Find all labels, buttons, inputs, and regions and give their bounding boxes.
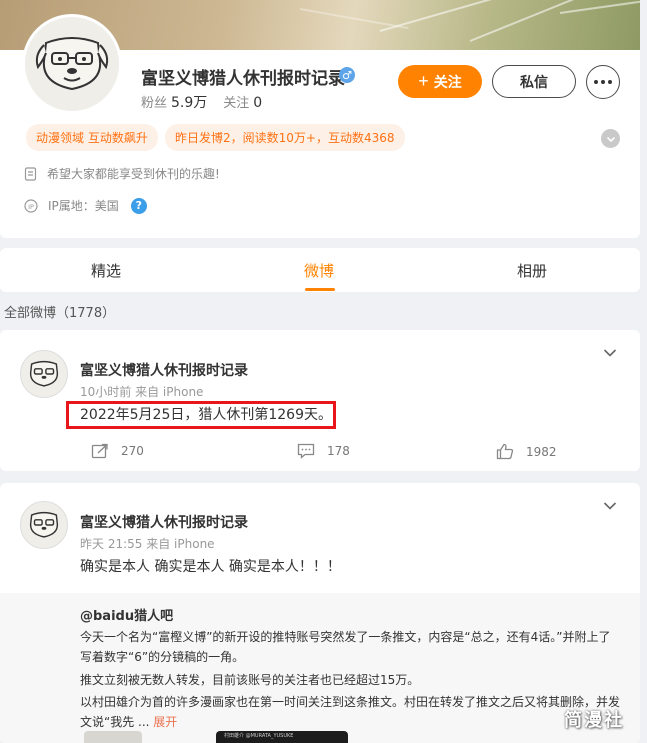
profile-tabs: 精选 微博 相册 (0, 248, 640, 292)
post-card: 富坚义博猎人休刊报时记录 10小时前 来自 iPhone 2022年5月25日，… (0, 330, 640, 471)
profile-avatar[interactable] (22, 14, 122, 114)
follow-button-label: 关注 (433, 73, 462, 90)
profile-name: 富坚义博猎人休刊报时记录 (141, 69, 345, 89)
bio-text: 希望大家都能享受到休刊的乐趣! (47, 167, 220, 181)
document-icon (24, 166, 37, 181)
ip-row: IP IP属地：美国 ? (24, 197, 147, 214)
post-source: 来自 iPhone (146, 537, 215, 551)
svg-text:IP: IP (28, 203, 34, 211)
expand-link[interactable]: 展开 (153, 715, 177, 729)
profile-stats: 粉丝 5.9万 关注 0 (141, 92, 278, 112)
post-text: 确实是本人 确实是本人 确实是本人！！！ (80, 559, 341, 575)
comment-icon (297, 443, 315, 459)
tag-yesterday-stats[interactable]: 昨日发博2，阅读数10万+，互动数4368 (165, 124, 405, 151)
highlight-box (66, 401, 336, 429)
repost-count: 270 (121, 444, 144, 458)
all-weibo-count: 全部微博（1778） (4, 306, 116, 321)
post-meta: 昨天 21:55 来自 iPhone (80, 535, 215, 552)
tag-trending[interactable]: 动漫领域 互动数飙升 (26, 124, 158, 151)
post-meta: 10小时前 来自 iPhone (80, 383, 203, 400)
like-count: 1982 (526, 444, 557, 459)
ellipsis: ... (134, 715, 154, 729)
comment-button[interactable]: 178 (297, 443, 350, 459)
retweet-user[interactable]: @baidu猎人吧 (80, 605, 173, 624)
retweet-line: 推文立刻被无数人转发，目前该账号的关注者也已经超过15万。 (80, 673, 420, 687)
repost-button[interactable]: 270 (91, 443, 144, 459)
male-icon: ♂ (339, 67, 355, 83)
post-author[interactable]: 富坚义博猎人休刊报时记录 (80, 360, 248, 380)
plus-icon: + (418, 71, 429, 91)
retweet-block[interactable]: @baidu猎人吧 今天一个名为“富樫义博”的新开设的推特账号突然发了一条推文，… (0, 593, 640, 743)
tab-weibo[interactable]: 微博 (304, 260, 334, 281)
following-label[interactable]: 关注 (223, 96, 249, 111)
question-icon[interactable]: ? (130, 197, 147, 214)
tag-label: 动漫领域 互动数飙升 (36, 131, 148, 145)
message-button-label: 私信 (520, 73, 548, 90)
active-tab-indicator (305, 288, 335, 291)
tab-featured[interactable]: 精选 (91, 260, 121, 281)
chevron-down-icon[interactable] (603, 501, 617, 511)
retweet-image[interactable]: 村田雄介 @MURATA_YUSUKE (216, 731, 348, 743)
thumbs-up-icon (496, 443, 514, 460)
thumb-caption: 村田雄介 @MURATA_YUSUKE (224, 733, 294, 739)
retweet-line: 今天一个名为“富樫义博”的新开设的推特账号突然发了一条推文，内容是“总之，还有4… (80, 630, 611, 644)
repost-icon (91, 443, 108, 459)
post-author[interactable]: 富坚义博猎人休刊报时记录 (80, 512, 248, 532)
avatar[interactable] (20, 501, 68, 549)
more-dots-icon (594, 80, 598, 84)
ip-location-icon: IP (24, 198, 38, 213)
post-time[interactable]: 10小时前 (80, 385, 131, 399)
chevron-down-icon (606, 136, 615, 142)
post-time[interactable]: 昨天 21:55 (80, 537, 142, 551)
bio-row: 希望大家都能享受到休刊的乐趣! (24, 165, 220, 182)
retweet-line: 文说“我先 (80, 715, 135, 729)
retweet-line: 写着数字“6”的分镜稿的一角。 (80, 650, 245, 664)
expand-profile-button[interactable] (601, 129, 620, 148)
retweet-last-line: 文说“我先 ... 展开 (80, 713, 177, 730)
fans-label[interactable]: 粉丝 (141, 96, 167, 111)
profile-card: 富坚义博猎人休刊报时记录 ♂ 粉丝 5.9万 关注 0 + 关注 私信 动漫领域 互动… (0, 0, 640, 238)
tag-label: 昨日发博2，阅读数10万+，互动数4368 (175, 131, 395, 145)
message-button[interactable]: 私信 (492, 65, 576, 98)
retweet-image[interactable] (84, 731, 142, 743)
follow-button[interactable]: + 关注 (398, 65, 482, 98)
post-card: 富坚义博猎人休刊报时记录 昨天 21:55 来自 iPhone 确实是本人 确实… (0, 483, 640, 743)
retweet-line: 以村田雄介为首的许多漫画家也在第一时间关注到这条推文。村田在转发了推文之后又将其… (80, 695, 621, 709)
following-count[interactable]: 0 (253, 95, 262, 111)
more-options-button[interactable] (586, 65, 620, 99)
ip-location-text: IP属地：美国 (48, 199, 119, 213)
tab-album[interactable]: 相册 (517, 260, 547, 281)
watermark: 简漫社 (564, 710, 624, 731)
chevron-down-icon[interactable] (603, 348, 617, 358)
post-source: 来自 iPhone (135, 385, 204, 399)
like-button[interactable]: 1982 (496, 443, 557, 460)
comment-count: 178 (327, 444, 350, 458)
avatar[interactable] (20, 350, 68, 398)
fans-count[interactable]: 5.9万 (171, 95, 207, 111)
